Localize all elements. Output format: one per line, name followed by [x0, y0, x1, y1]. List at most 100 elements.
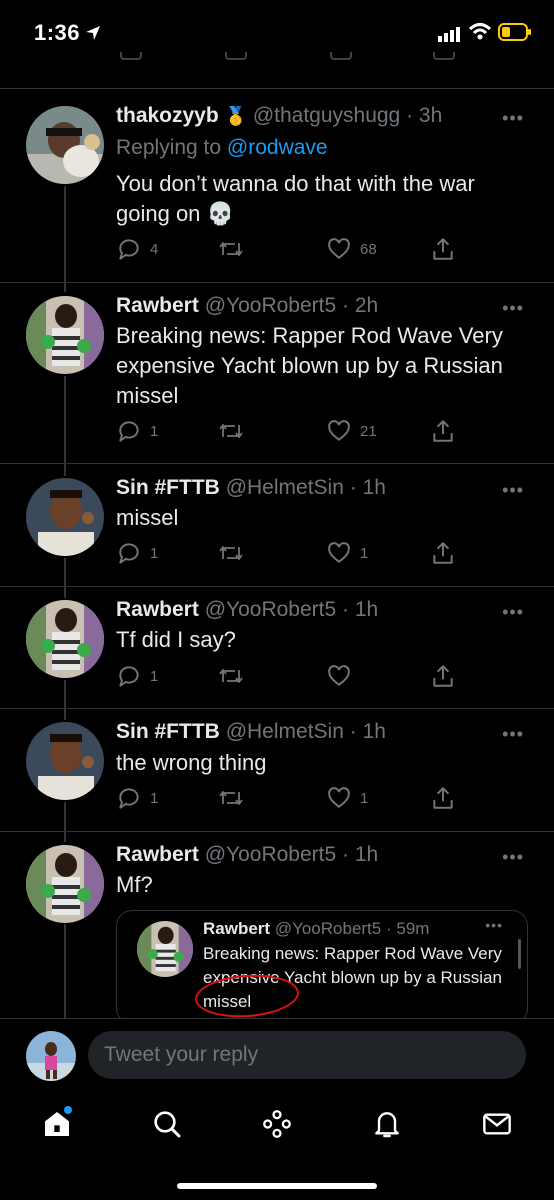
like-button[interactable]: 1: [326, 540, 368, 566]
display-name[interactable]: thakozyyb: [116, 104, 219, 127]
more-icon[interactable]: •••: [502, 298, 524, 319]
scrollbar: [518, 939, 521, 969]
more-icon[interactable]: •••: [502, 724, 524, 745]
reply-icon: [119, 666, 139, 687]
nav-home[interactable]: [37, 1104, 77, 1144]
display-name[interactable]: Rawbert: [116, 598, 199, 621]
share-button[interactable]: [430, 785, 464, 811]
more-icon[interactable]: •••: [502, 480, 524, 501]
bell-icon: [375, 1112, 399, 1138]
user-handle[interactable]: @thatguyshugg: [253, 104, 400, 127]
user-handle[interactable]: @YooRobert5: [205, 843, 336, 866]
replying-to-link[interactable]: @rodwave: [227, 136, 328, 159]
notification-dot: [64, 1106, 72, 1114]
reply-button[interactable]: 1: [116, 785, 158, 811]
timestamp: 1h: [354, 843, 379, 866]
status-time: 1:36: [34, 20, 81, 45]
more-icon[interactable]: •••: [502, 108, 524, 129]
reply-input[interactable]: [88, 1031, 526, 1079]
avatar[interactable]: [26, 478, 104, 556]
tweet-text: Mf?: [116, 872, 153, 897]
like-button[interactable]: [326, 663, 360, 689]
reply-icon: [119, 239, 139, 260]
wifi-icon: [468, 23, 492, 40]
reply-count: 1: [150, 789, 159, 807]
retweet-button[interactable]: [217, 663, 253, 689]
nav-notifications[interactable]: [367, 1104, 407, 1144]
tweet-text: You don’t wanna do that with the war goi…: [116, 171, 475, 226]
retweet-button[interactable]: [217, 418, 253, 444]
thread-line: [64, 376, 66, 476]
divider: [0, 708, 554, 709]
like-button[interactable]: 21: [326, 418, 377, 444]
reply-button[interactable]: 1: [116, 418, 158, 444]
retweet-icon: [219, 791, 243, 805]
tweet-text: missel: [116, 505, 179, 530]
display-name[interactable]: Rawbert: [116, 294, 199, 317]
quoted-timestamp: 59m: [396, 919, 430, 938]
more-icon[interactable]: •••: [502, 602, 524, 623]
cellular-signal-icon: [438, 27, 460, 42]
heart-icon: [328, 665, 350, 686]
tweet-actions: 4 68: [116, 236, 456, 264]
share-icon: [433, 542, 453, 564]
tweet-text: the wrong thing: [116, 750, 267, 775]
retweet-icon: [219, 669, 243, 683]
quoted-tweet[interactable]: Rawbert @YooRobert5 · 59m ••• Breaking n…: [116, 910, 528, 1024]
heart-icon: [328, 420, 350, 441]
avatar[interactable]: [26, 722, 104, 800]
nav-search[interactable]: [147, 1104, 187, 1144]
nav-messages[interactable]: [477, 1104, 517, 1144]
reply-button[interactable]: 1: [116, 540, 158, 566]
user-handle[interactable]: @YooRobert5: [205, 598, 336, 621]
my-avatar[interactable]: [26, 1031, 76, 1081]
separator-dot: ·: [349, 476, 357, 499]
share-button[interactable]: [430, 540, 464, 566]
avatar[interactable]: [26, 600, 104, 678]
divider: [0, 586, 554, 587]
user-handle[interactable]: @HelmetSin: [226, 720, 344, 743]
user-handle[interactable]: @YooRobert5: [205, 294, 336, 317]
display-name[interactable]: Sin #FTTB: [116, 476, 220, 499]
avatar[interactable]: [26, 106, 104, 184]
thread-line: [64, 186, 66, 292]
thread-line: [64, 802, 66, 842]
nav-spaces[interactable]: [257, 1104, 297, 1144]
tweet-actions: 1 1: [116, 785, 456, 813]
timestamp: 1h: [354, 598, 379, 621]
like-count: 1: [360, 544, 369, 562]
share-icon: [433, 787, 453, 809]
retweet-icon: [219, 424, 243, 438]
share-button[interactable]: [430, 236, 464, 262]
like-button[interactable]: 1: [326, 785, 368, 811]
spaces-icon: [263, 1110, 291, 1138]
heart-icon: [328, 542, 350, 563]
display-name[interactable]: Sin #FTTB: [116, 720, 220, 743]
user-handle[interactable]: @HelmetSin: [226, 476, 344, 499]
divider: [0, 831, 554, 832]
avatar[interactable]: [26, 845, 104, 923]
divider: [0, 282, 554, 283]
share-button[interactable]: [430, 663, 464, 689]
separator-dot: ·: [342, 598, 350, 621]
heart-icon: [328, 787, 350, 808]
divider: [0, 88, 554, 89]
retweet-button[interactable]: [217, 785, 253, 811]
like-count: 1: [360, 789, 369, 807]
like-button[interactable]: 68: [326, 236, 377, 262]
retweet-button[interactable]: [217, 236, 253, 262]
divider: [0, 463, 554, 464]
tweet-text: Tf did I say?: [116, 627, 236, 652]
thread-line: [64, 680, 66, 720]
share-button[interactable]: [430, 418, 464, 444]
quoted-avatar: [137, 921, 193, 977]
heart-icon: [328, 238, 350, 259]
reply-button[interactable]: 1: [116, 663, 158, 689]
more-icon[interactable]: •••: [502, 847, 524, 868]
like-count: 21: [360, 422, 377, 440]
retweet-button[interactable]: [217, 540, 253, 566]
reply-button[interactable]: 4: [116, 236, 158, 262]
display-name[interactable]: Rawbert: [116, 843, 199, 866]
timestamp: 2h: [354, 294, 379, 317]
avatar[interactable]: [26, 296, 104, 374]
